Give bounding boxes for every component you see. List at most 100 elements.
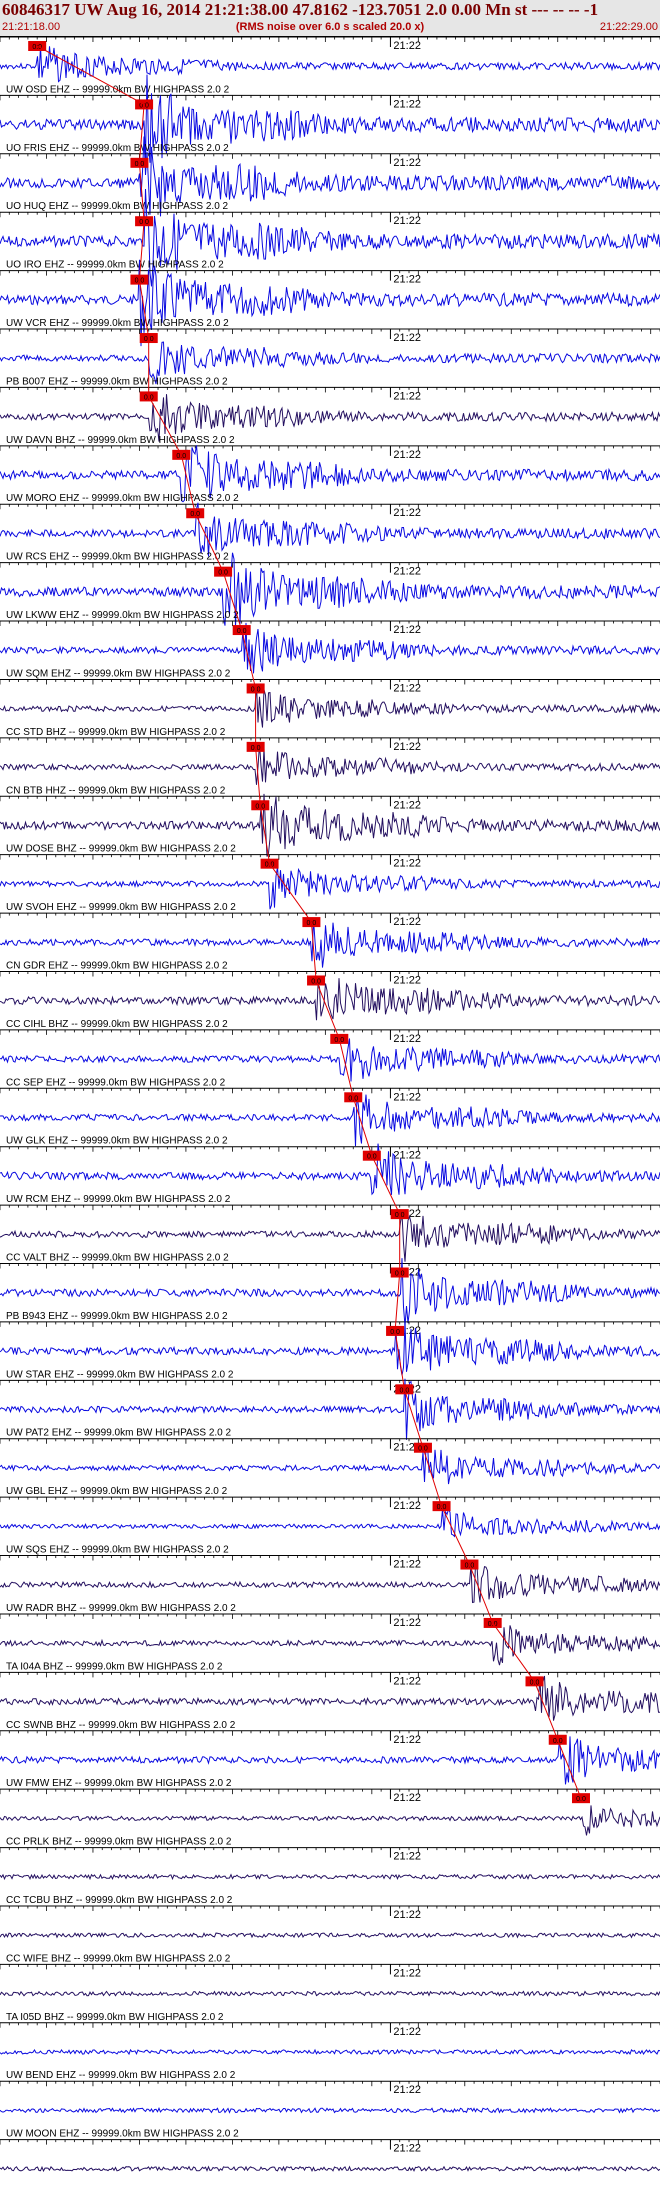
event-title: 60846317 UW Aug 16, 2014 21:21:38.00 47.… [2, 0, 599, 19]
station-label: UW VCR EHZ -- 99999.0km BW HIGHPASS 2.0 … [6, 318, 229, 329]
waveform [0, 978, 660, 1021]
minute-label: 21:22 [393, 1500, 421, 1512]
trace-row: 21:22 CC SEP EHZ -- 99999.0km BW HIGHPASS… [0, 1029, 660, 1088]
trace-row: 21:22 CN GDR EHZ -- 99999.0km BW HIGHPASS… [0, 912, 660, 971]
minute-label: 21:22 [393, 916, 421, 928]
station-label: CC SWNB BHZ -- 99999.0km BW HIGHPASS 2.0… [6, 1720, 236, 1731]
waveform [0, 1990, 660, 1997]
trace-row: 21:22 UW MORO EHZ -- 99999.0km BW HIGHPAS… [0, 445, 660, 504]
station-label: UW SQM EHZ -- 99999.0km BW HIGHPASS 2.0 … [6, 668, 231, 679]
waveform [0, 46, 660, 83]
station-label: UW STAR EHZ -- 99999.0km BW HIGHPASS 2.0… [6, 1369, 234, 1380]
station-label: UW PAT2 EHZ -- 99999.0km BW HIGHPASS 2.0… [6, 1428, 231, 1439]
station-label: PB B007 EHZ -- 99999.0km BW HIGHPASS 2.0… [6, 376, 228, 387]
minute-label: 21:22 [393, 1033, 421, 1045]
station-label: TA I04A BHZ -- 99999.0km BW HIGHPASS 2.0… [6, 1661, 223, 1672]
minute-label: 21:22 [393, 1617, 421, 1629]
station-label: CC SEP EHZ -- 99999.0km BW HIGHPASS 2.0 … [6, 1077, 226, 1088]
waveform [0, 684, 660, 728]
trace-row: 21:22 UW VCR EHZ -- 99999.0km BW HIGHPASS… [0, 259, 660, 347]
station-label: CC WIFE BHZ -- 99999.0km BW HIGHPASS 2.0… [6, 1953, 231, 1964]
station-label: UW MOON EHZ -- 99999.0km BW HIGHPASS 2.0… [6, 2129, 239, 2140]
trace-row: 21:22 UW RCM EHZ -- 99999.0km BW HIGHPASS… [0, 1143, 660, 1205]
waveform [0, 502, 660, 557]
minute-label: 21:22 [393, 390, 421, 402]
waveform [0, 1508, 660, 1538]
trace-row: 21:22UW PAT2 EHZ -- 99999.0km BW HIGHPAS… [0, 1378, 660, 1440]
noise-note: (RMS noise over 6.0 s scaled 20.0 x) [235, 21, 425, 33]
trace-row: 21:22 UW LKWW EHZ -- 99999.0km BW HIGHPAS… [0, 552, 660, 627]
station-label: UW BEND EHZ -- 99999.0km BW HIGHPASS 2.0… [6, 2070, 236, 2081]
waveform [0, 1443, 660, 1485]
waveform [0, 1563, 660, 1604]
minute-label: 21:22 [393, 98, 421, 110]
minute-label: 21:22 [393, 974, 421, 986]
station-label: CC STD BHZ -- 99999.0km BW HIGHPASS 2.0 … [6, 727, 226, 738]
station-label: CN BTB HHZ -- 99999.0km BW HIGHPASS 2.0 … [6, 785, 226, 796]
waveform [0, 1143, 660, 1196]
trace-row: 21:22 UW SQS EHZ -- 99999.0km BW HIGHPASS… [0, 1496, 660, 1556]
minute-label: 21:22 [393, 1851, 421, 1863]
trace-row: 21:22 CC STD BHZ -- 99999.0km BW HIGHPASS… [0, 678, 660, 738]
minute-label: 21:22 [393, 1150, 421, 1162]
minute-label: 21:22 [393, 40, 421, 52]
minute-label: 21:22 [393, 1559, 421, 1571]
minute-label: 21:22 [393, 799, 421, 811]
trace-row: 21:22 UW GLK EHZ -- 99999.0km BW HIGHPASS… [0, 1087, 660, 1147]
trace-row: 21:22 UW DOSE BHZ -- 99999.0km BW HIGHPAS… [0, 793, 660, 857]
station-label: CC TCBU BHZ -- 99999.0km BW HIGHPASS 2.0… [6, 1895, 233, 1906]
minute-label: 21:22 [393, 1909, 421, 1921]
trace-row: 21:22 UW DAVN BHZ -- 99999.0km BW HIGHPAS… [0, 386, 660, 446]
trace-row: 21:22 UW SVOH EHZ -- 99999.0km BW HIGHPAS… [0, 854, 660, 913]
seismogram-plot: 21:22UW OSD EHZ -- 99999.0km BW HIGHPASS… [0, 37, 660, 2173]
station-label: CN GDR EHZ -- 99999.0km BW HIGHPASS 2.0 … [6, 960, 228, 971]
minute-label: 21:22 [393, 1967, 421, 1979]
station-label: UO HUQ EHZ -- 99999.0km BW HIGHPASS 2.0 … [6, 201, 229, 212]
station-label: UO IRO EHZ -- 99999.0km BW HIGHPASS 2.0 … [6, 260, 224, 271]
trace-row: 21:22 TA I05D BHZ -- 99999.0km BW HIGHPAS… [0, 1963, 660, 2023]
minute-label: 21:22 [393, 1091, 421, 1103]
station-label: UW GLK EHZ -- 99999.0km BW HIGHPASS 2.0 … [6, 1136, 228, 1147]
minute-label: 21:22 [393, 566, 421, 578]
minute-label: 21:22 [393, 507, 421, 519]
station-label: UW RADR BHZ -- 99999.0km BW HIGHPASS 2.0… [6, 1603, 236, 1614]
waveform [0, 1873, 660, 1881]
trace-row: 21:22 CC PRLK BHZ -- 99999.0km BW HIGHPAS… [0, 1788, 660, 1848]
waveform [0, 1038, 660, 1082]
trace-row: 21:22 CC SWNB BHZ -- 99999.0km BW HIGHPAS… [0, 1671, 660, 1731]
station-label: PB B943 EHZ -- 99999.0km BW HIGHPASS 2.0… [6, 1311, 228, 1322]
station-label: UW SQS EHZ -- 99999.0km BW HIGHPASS 2.0 … [6, 1545, 229, 1556]
minute-label: 21:22 [393, 2143, 421, 2155]
waveform [0, 1625, 660, 1666]
trace-row: 21:22 UW MOON EHZ -- 99999.0km BW HIGHPAS… [0, 2080, 660, 2140]
station-label: UW LKWW EHZ -- 99999.0km BW HIGHPASS 2.0… [6, 610, 239, 621]
station-label: CC CIHL BHZ -- 99999.0km BW HIGHPASS 2.0… [6, 1019, 228, 1030]
trace-row: 21:22 PB B007 EHZ -- 99999.0km BW HIGHPAS… [0, 328, 660, 387]
waveform [0, 622, 660, 674]
minute-label: 21:22 [393, 1675, 421, 1687]
trace-row: 21:22UW GBL EHZ -- 99999.0km BW HIGHPASS… [0, 1438, 660, 1497]
trace-row: 21:22 UW RADR BHZ -- 99999.0km BW HIGHPAS… [0, 1555, 660, 1614]
waveform [0, 1320, 660, 1376]
trace-row: 21:22 UW RCS EHZ -- 99999.0km BW HIGHPASS… [0, 502, 660, 563]
waveform [0, 2165, 660, 2173]
waveform [0, 1805, 660, 1836]
trace-row: 21:22 CN BTB HHZ -- 99999.0km BW HIGHPASS… [0, 737, 660, 796]
trace-row: 21:22 CC TCBU BHZ -- 99999.0km BW HIGHPAS… [0, 1847, 660, 1906]
waveform [0, 2107, 660, 2114]
minute-label: 21:22 [393, 2084, 421, 2096]
minute-label: 21:22 [393, 1792, 421, 1804]
trace-row: 21:22PB B943 EHZ -- 99999.0km BW HIGHPAS… [0, 1258, 660, 1326]
minute-label: 21:22 [393, 274, 421, 286]
minute-label: 21:22 [393, 1734, 421, 1746]
station-label: UW RCS EHZ -- 99999.0km BW HIGHPASS 2.0 … [6, 552, 229, 563]
waveform [0, 1932, 660, 1939]
station-label: UW DAVN BHZ -- 99999.0km BW HIGHPASS 2.0… [6, 435, 235, 446]
station-label: TA I05D BHZ -- 99999.0km BW HIGHPASS 2.0… [6, 2012, 224, 2023]
trace-row: 21:22CC VALT BHZ -- 99999.0km BW HIGHPAS… [0, 1204, 660, 1264]
trace-row: 21:22 [0, 2139, 660, 2173]
trace-row: 21:22 CC WIFE BHZ -- 99999.0km BW HIGHPAS… [0, 1905, 660, 1964]
station-label: UW MORO EHZ -- 99999.0km BW HIGHPASS 2.0… [6, 493, 239, 504]
plot-header: 60846317 UW Aug 16, 2014 21:21:38.00 47.… [0, 0, 660, 37]
station-label: UW DOSE BHZ -- 99999.0km BW HIGHPASS 2.0… [6, 844, 236, 855]
